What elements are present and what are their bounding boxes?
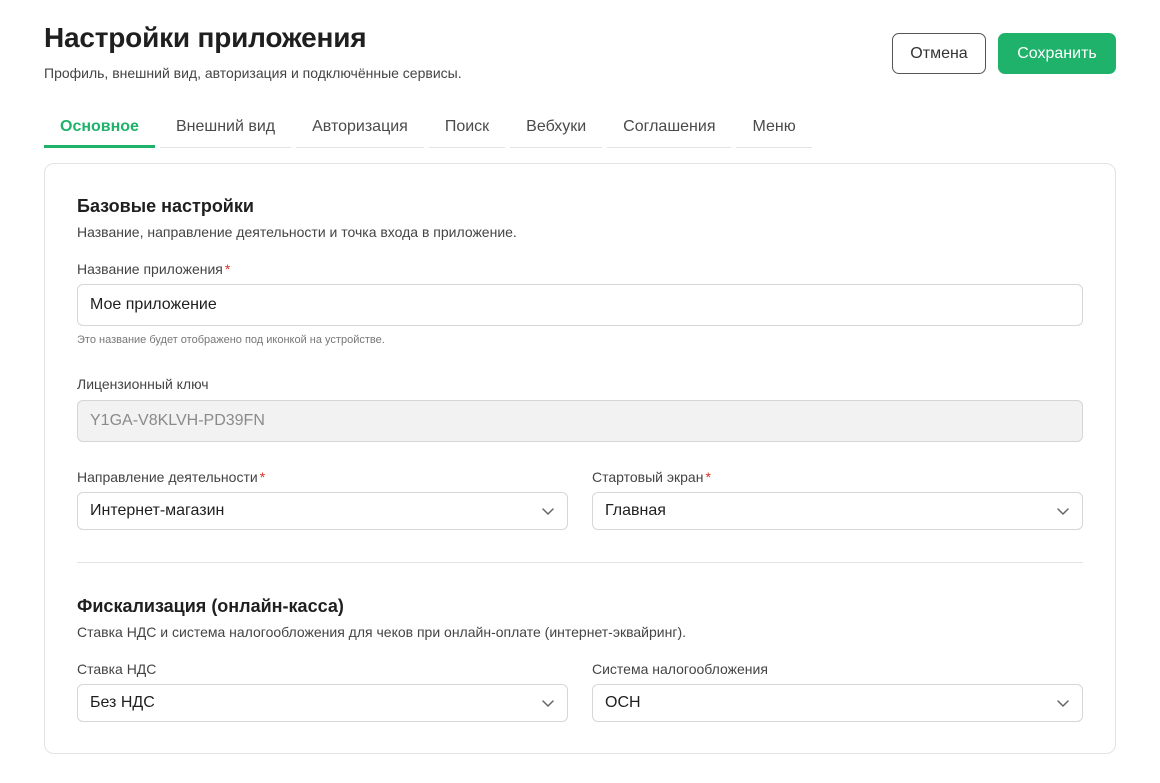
required-mark: *	[705, 469, 711, 485]
license-key-field: Y1GA-V8KLVH-PD39FN	[77, 400, 1083, 442]
tab-webhooks[interactable]: Вебхуки	[510, 108, 603, 148]
tax-system-select-value: ОСН	[605, 694, 641, 711]
app-name-input[interactable]: Мое приложение	[77, 284, 1083, 326]
tab-authorization[interactable]: Авторизация	[296, 108, 424, 148]
activity-label-text: Направление деятельности	[77, 469, 258, 485]
page-title: Настройки приложения	[44, 22, 367, 53]
vat-select-value: Без НДС	[90, 694, 155, 711]
settings-card: Базовые настройки Название, направление …	[44, 163, 1116, 754]
tab-menu[interactable]: Меню	[736, 108, 812, 148]
tab-agreements[interactable]: Соглашения	[607, 108, 732, 148]
tab-appearance[interactable]: Внешний вид	[159, 108, 292, 148]
required-mark: *	[224, 261, 231, 277]
basic-section-title: Базовые настройки	[77, 196, 254, 216]
app-name-label-text: Название приложения	[77, 261, 223, 277]
cancel-button[interactable]: Отмена	[892, 33, 986, 74]
license-key-label: Лицензионный ключ	[77, 376, 209, 392]
fiscal-section-desc: Ставка НДС и система налогообложения для…	[77, 624, 686, 640]
vat-label: Ставка НДС	[77, 661, 157, 677]
tab-basic[interactable]: Основное	[44, 108, 155, 148]
license-key-value: Y1GA-V8KLVH-PD39FN	[90, 412, 265, 429]
chevron-down-icon	[541, 696, 555, 710]
tab-search[interactable]: Поиск	[428, 108, 506, 148]
chevron-down-icon	[1056, 504, 1070, 518]
required-mark: *	[259, 469, 266, 485]
app-name-value: Мое приложение	[90, 296, 217, 313]
fiscal-section-title: Фискализация (онлайн-касса)	[77, 596, 344, 616]
vat-select[interactable]: Без НДС	[77, 684, 568, 722]
section-divider	[77, 562, 1083, 563]
start-screen-select-value: Главная	[605, 502, 666, 519]
start-screen-select[interactable]: Главная	[592, 492, 1083, 530]
activity-select[interactable]: Интернет-магазин	[77, 492, 568, 530]
save-button[interactable]: Сохранить	[998, 33, 1116, 74]
start-screen-label-text: Стартовый экран	[592, 469, 704, 485]
activity-select-value: Интернет-магазин	[90, 502, 225, 519]
chevron-down-icon	[541, 504, 555, 518]
chevron-down-icon	[1056, 696, 1070, 710]
tab-bar: Основное Внешний вид Авторизация Поиск В…	[44, 108, 817, 148]
app-name-label: Название приложения *	[77, 261, 230, 277]
tax-system-select[interactable]: ОСН	[592, 684, 1083, 722]
basic-section-desc: Название, направление деятельности и точ…	[77, 224, 517, 240]
tax-system-label: Система налогообложения	[592, 661, 768, 677]
start-screen-label: Стартовый экран *	[592, 469, 711, 485]
activity-label: Направление деятельности *	[77, 469, 265, 485]
app-name-hint: Это название будет отображено под иконко…	[77, 334, 385, 346]
page-subtitle: Профиль, внешний вид, авторизация и подк…	[44, 65, 462, 81]
